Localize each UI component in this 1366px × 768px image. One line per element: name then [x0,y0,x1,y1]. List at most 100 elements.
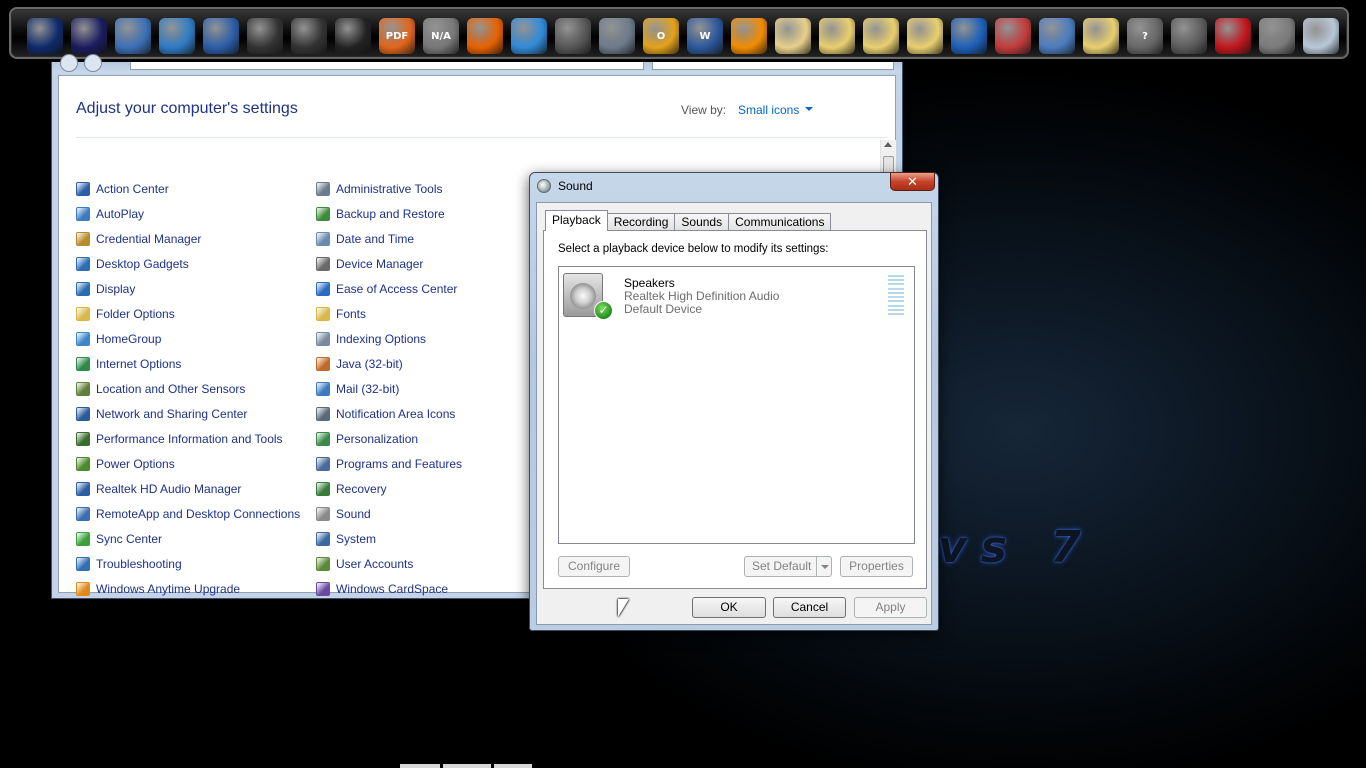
google-earth-icon[interactable] [951,18,987,54]
puzzle-game-icon[interactable] [1215,18,1251,54]
settings-item[interactable]: Action Center [76,176,300,201]
speaker-icon [537,179,551,193]
search-control-panel-field[interactable] [652,62,894,70]
cpu-gauge-icon[interactable] [247,18,283,54]
media-disc-icon[interactable] [555,18,591,54]
word-icon[interactable]: W [687,18,723,54]
settings-item[interactable]: Mail (32-bit) [316,376,462,401]
settings-item-label: Location and Other Sensors [96,381,246,396]
google-drive-folder-icon[interactable] [819,18,855,54]
power-icon [76,456,90,471]
address-field[interactable] [130,62,644,70]
set-default-button[interactable]: Set Default [744,556,832,577]
settings-item[interactable]: User Accounts [316,551,462,576]
computer-icon[interactable] [115,18,151,54]
network-toggle-icon[interactable] [71,18,107,54]
camera-icon[interactable] [1171,18,1207,54]
settings-item[interactable]: Network and Sharing Center [76,401,300,426]
settings-item[interactable]: RemoteApp and Desktop Connections [76,501,300,526]
mail-envelope-icon[interactable] [995,18,1031,54]
settings-item[interactable]: Location and Other Sensors [76,376,300,401]
tab-playback[interactable]: Playback [545,210,608,231]
configure-button[interactable]: Configure [558,556,630,577]
gadgets-icon [76,256,90,271]
ok-button[interactable]: OK [692,597,766,618]
settings-item-label: Power Options [96,456,175,471]
settings-item[interactable]: Programs and Features [316,451,462,476]
settings-item[interactable]: Ease of Access Center [316,276,462,301]
settings-item-label: HomeGroup [96,331,162,346]
memory-gauge-icon[interactable] [291,18,327,54]
device-manager-icon [316,256,330,271]
key-icon[interactable] [599,18,635,54]
properties-button[interactable]: Properties [840,556,913,577]
forward-button[interactable] [84,54,102,72]
nexus-logo-icon[interactable] [27,18,63,54]
pdf-reader-icon[interactable]: PDF [379,18,415,54]
divider [76,137,888,138]
letter-icon[interactable] [1303,18,1339,54]
settings-item[interactable]: Desktop Gadgets [76,251,300,276]
settings-item[interactable]: Folder Options [76,301,300,326]
help-icon[interactable]: ? [1127,18,1163,54]
downloads-folder-icon[interactable] [907,18,943,54]
photo-gallery-icon[interactable] [1039,18,1075,54]
settings-item[interactable]: Date and Time [316,226,462,251]
compass-icon[interactable] [1259,18,1295,54]
settings-item[interactable]: Power Options [76,451,300,476]
settings-item[interactable]: Windows Anytime Upgrade [76,576,300,601]
settings-item[interactable]: Windows CardSpace [316,576,462,601]
settings-item[interactable]: Performance Information and Tools [76,426,300,451]
chevron-down-icon[interactable] [805,107,813,111]
settings-item[interactable]: Notification Area Icons [316,401,462,426]
windows-logo-icon[interactable] [203,18,239,54]
list-item[interactable]: ✓ Speakers Realtek High Definition Audio… [559,267,914,325]
apply-button[interactable]: Apply [854,597,927,618]
settings-item[interactable]: Realtek HD Audio Manager [76,476,300,501]
settings-item[interactable]: Internet Options [76,351,300,376]
system-icon [316,531,330,546]
taskbar-edge [494,764,532,768]
explorer-folder-icon[interactable] [1083,18,1119,54]
documents-folder-icon[interactable] [863,18,899,54]
settings-item[interactable]: Display [76,276,300,301]
usb-drive-icon[interactable] [335,18,371,54]
settings-item[interactable]: Sound [316,501,462,526]
settings-item[interactable]: HomeGroup [76,326,300,351]
tab-sounds[interactable]: Sounds [674,213,730,231]
settings-item[interactable]: Administrative Tools [316,176,462,201]
settings-item-label: Date and Time [336,231,415,246]
chevron-down-icon[interactable] [816,557,832,576]
tab-communications[interactable]: Communications [728,213,832,231]
view-by-dropdown[interactable]: Small icons [738,103,799,117]
settings-item[interactable]: Backup and Restore [316,201,462,226]
cancel-button[interactable]: Cancel [773,597,846,618]
settings-item[interactable]: AutoPlay [76,201,300,226]
outlook-icon[interactable]: O [643,18,679,54]
settings-item[interactable]: Indexing Options [316,326,462,351]
settings-item[interactable]: Java (32-bit) [316,351,462,376]
settings-item[interactable]: Personalization [316,426,462,451]
settings-item[interactable]: Recovery [316,476,462,501]
settings-item-label: Troubleshooting [96,556,182,571]
settings-item[interactable]: Device Manager [316,251,462,276]
settings-item[interactable]: Sync Center [76,526,300,551]
settings-item[interactable]: Credential Manager [76,226,300,251]
internet-icon [76,356,90,371]
library-folder-icon[interactable] [775,18,811,54]
vlc-icon[interactable] [731,18,767,54]
itunes-icon[interactable] [511,18,547,54]
back-button[interactable] [60,54,78,72]
scroll-up-icon[interactable] [884,142,892,147]
settings-item-label: Folder Options [96,306,175,321]
settings-item[interactable]: Fonts [316,301,462,326]
settings-item[interactable]: Troubleshooting [76,551,300,576]
tab-recording[interactable]: Recording [606,213,676,231]
settings-item[interactable]: System [316,526,462,551]
help-na-icon[interactable]: N/A [423,18,459,54]
internet-globe-icon[interactable] [159,18,195,54]
firefox-icon[interactable] [467,18,503,54]
close-button[interactable]: ✕ [890,172,935,191]
mail-icon [316,381,330,396]
monitor-icon [76,281,90,296]
